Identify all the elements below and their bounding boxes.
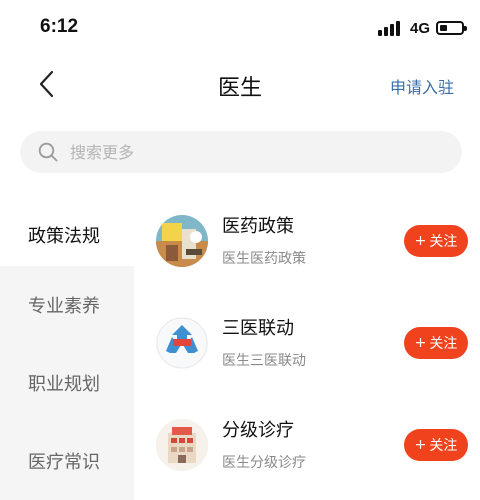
follow-label: 关注: [429, 438, 458, 454]
follow-button[interactable]: + 关注: [404, 429, 468, 461]
battery-icon: [436, 21, 467, 35]
follow-label: 关注: [429, 336, 458, 352]
sidebar-item-policy[interactable]: 政策法规: [0, 196, 134, 274]
channel-title: 医药政策: [222, 216, 294, 237]
channel-title: 三医联动: [222, 318, 294, 339]
list-item[interactable]: 医药政策 医生医药政策 + 关注: [134, 196, 480, 296]
three-medical-linkage-icon: [156, 317, 208, 369]
tiered-treatment-icon: [156, 419, 208, 471]
apply-join-button[interactable]: 申请入驻: [390, 74, 454, 98]
status-indicators: 4G: [377, 18, 467, 38]
channel-subtitle: 医生分级诊疗: [222, 455, 306, 471]
channel-title: 分级诊疗: [222, 420, 294, 441]
medicine-policy-icon: [156, 215, 208, 267]
plus-icon: +: [414, 233, 427, 249]
search-input[interactable]: [70, 142, 410, 162]
follow-label: 关注: [429, 234, 458, 250]
sidebar-item-professional[interactable]: 专业素养: [0, 266, 134, 344]
plus-icon: +: [414, 437, 427, 453]
sidebar-item-career[interactable]: 职业规划: [0, 344, 134, 422]
sidebar-item-medical-knowledge[interactable]: 医疗常识: [0, 422, 134, 500]
channel-list: 医药政策 医生医药政策 + 关注 三医联动 医生三医联动 + 关注 分级诊疗 医…: [134, 196, 480, 500]
status-bar: 6:12 4G: [0, 0, 480, 56]
list-item[interactable]: 分级诊疗 医生分级诊疗 + 关注: [134, 400, 480, 500]
plus-icon: +: [414, 335, 427, 351]
channel-subtitle: 医生三医联动: [222, 353, 306, 369]
channel-subtitle: 医生医药政策: [222, 251, 306, 267]
category-sidebar: 政策法规 专业素养 职业规划 医疗常识: [0, 196, 134, 500]
search-icon: [38, 142, 58, 162]
nav-bar: 医生 申请入驻: [0, 56, 480, 112]
follow-button[interactable]: + 关注: [404, 225, 468, 257]
search-bar[interactable]: [20, 131, 462, 173]
network-type: 4G: [409, 19, 430, 37]
signal-icon: [377, 20, 402, 36]
follow-button[interactable]: + 关注: [404, 327, 468, 359]
list-item[interactable]: 三医联动 医生三医联动 + 关注: [134, 298, 480, 398]
status-time: 6:12: [40, 16, 79, 37]
